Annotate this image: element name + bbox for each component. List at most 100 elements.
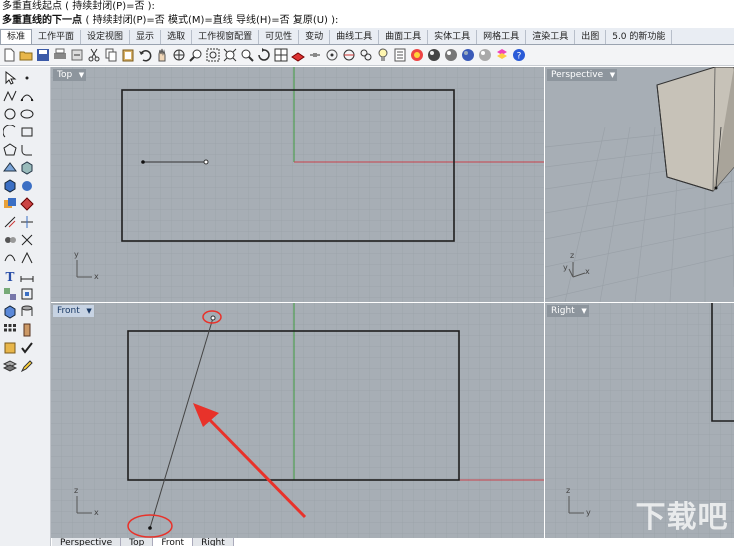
cut-icon[interactable] (87, 48, 101, 62)
tab-curve-tools[interactable]: 曲线工具 (330, 30, 380, 44)
chevron-down-icon[interactable]: ▼ (86, 305, 91, 317)
extrude-tool-icon[interactable] (20, 161, 34, 175)
circle-icon[interactable] (342, 48, 356, 62)
circle-tool-icon[interactable] (3, 107, 17, 121)
select-icon[interactable] (308, 48, 322, 62)
point-icon[interactable] (325, 48, 339, 62)
tab-cplanes[interactable]: 工作平面 (32, 30, 82, 44)
polyline-icon[interactable] (3, 89, 17, 103)
tab-select[interactable]: 选取 (161, 30, 193, 44)
viewport-tab-front[interactable]: Front (153, 538, 194, 546)
move-tool-icon[interactable] (3, 251, 17, 265)
zoom-window-icon[interactable] (206, 48, 220, 62)
polygon-tool-icon[interactable] (3, 143, 17, 157)
cplane-icon[interactable] (291, 48, 305, 62)
tab-surface-tools[interactable]: 曲面工具 (379, 30, 429, 44)
tab-mesh-tools[interactable]: 网格工具 (477, 30, 527, 44)
import-icon[interactable] (70, 48, 84, 62)
command-options-text[interactable]: ( 持续封闭(P)=否 模式(M)=直线 导线(H)=否 复原(U) ): (85, 15, 338, 26)
boolean-icon[interactable] (3, 197, 17, 211)
trim-tool-icon[interactable] (3, 215, 17, 229)
viewport-tab-perspective[interactable]: Perspective (52, 538, 122, 546)
join-tool-icon[interactable] (3, 233, 17, 247)
group-tool-icon[interactable] (3, 287, 17, 301)
viewport-top[interactable]: y x Top ▼ (51, 67, 544, 302)
viewport-front[interactable]: z x Front ▼ (51, 303, 544, 538)
properties-icon[interactable] (393, 48, 407, 62)
viewport-perspective[interactable]: z y x Perspective ▼ (545, 67, 734, 302)
new-icon[interactable] (2, 48, 16, 62)
viewport-title-front[interactable]: Front ▼ (53, 305, 94, 317)
save-icon[interactable] (36, 48, 50, 62)
sphere-tool-icon[interactable] (20, 179, 34, 193)
shaded-icon[interactable] (410, 48, 424, 62)
mesh-tool-icon[interactable] (20, 197, 34, 211)
tab-new-in-v5[interactable]: 5.0 的新功能 (606, 30, 673, 44)
copy-tool-icon[interactable] (20, 251, 34, 265)
viewport-tab-top[interactable]: Top (121, 538, 154, 546)
tab-render-tools[interactable]: 渲染工具 (526, 30, 576, 44)
tab-set-view[interactable]: 设定视图 (81, 30, 131, 44)
rectangle-tool-icon[interactable] (20, 125, 34, 139)
box-tool-icon[interactable] (3, 179, 17, 193)
help-icon[interactable]: ? (512, 48, 526, 62)
array-tool-icon[interactable] (3, 323, 17, 337)
block-tool-icon[interactable] (20, 287, 34, 301)
viewport-title-perspective[interactable]: Perspective ▼ (547, 69, 618, 81)
viewport-title-right[interactable]: Right ▼ (547, 305, 589, 317)
sphere-icon[interactable] (478, 48, 492, 62)
split-tool-icon[interactable] (20, 215, 34, 229)
edit-tool-icon[interactable] (20, 359, 34, 373)
undo-icon[interactable] (138, 48, 152, 62)
rotate-icon[interactable] (257, 48, 271, 62)
render-tool-icon[interactable] (3, 341, 17, 355)
viewport-tab-right[interactable]: Right (193, 538, 234, 546)
light-icon[interactable] (376, 48, 390, 62)
rotate-view-icon[interactable] (172, 48, 186, 62)
fillet-curve-icon[interactable] (20, 143, 34, 157)
tab-visibility[interactable]: 可见性 (259, 30, 300, 44)
tab-viewport-layout[interactable]: 工作视窗配置 (192, 30, 260, 44)
check-tool-icon[interactable] (20, 341, 34, 355)
solid-box-icon[interactable] (3, 305, 17, 319)
command-prompt-line[interactable]: 多重直线的下一点 ( 持续封闭(P)=否 模式(M)=直线 导线(H)=否 复原… (0, 14, 734, 28)
explode-tool-icon[interactable] (20, 233, 34, 247)
tab-display[interactable]: 显示 (130, 30, 162, 44)
surface-tool-icon[interactable] (3, 161, 17, 175)
chevron-down-icon[interactable]: ▼ (79, 69, 84, 81)
print-icon[interactable] (53, 48, 67, 62)
polyline-cursor-point (210, 315, 216, 321)
layer-icon[interactable] (495, 48, 509, 62)
layer-tool-icon[interactable] (2, 359, 18, 373)
tab-solid-tools[interactable]: 实体工具 (428, 30, 478, 44)
chevron-down-icon[interactable]: ▼ (581, 305, 586, 317)
viewport-title-top[interactable]: Top ▼ (53, 69, 87, 81)
tab-transform[interactable]: 变动 (299, 30, 331, 44)
copy-icon[interactable] (104, 48, 118, 62)
render-icon[interactable] (444, 48, 458, 62)
pan-icon[interactable] (155, 48, 169, 62)
open-icon[interactable] (19, 48, 33, 62)
viewport-title-text: Top (57, 70, 73, 80)
point-tool-icon[interactable] (20, 71, 34, 85)
ellipse-tool-icon[interactable] (20, 107, 34, 121)
analyze-icon[interactable] (359, 48, 373, 62)
zoom-extents-icon[interactable] (223, 48, 237, 62)
arc-tool-icon[interactable] (2, 124, 17, 139)
text-tool-icon[interactable]: T (3, 269, 17, 284)
tab-drafting[interactable]: 出图 (575, 30, 607, 44)
analyze-tool-icon[interactable] (20, 323, 34, 337)
zoom-selected-icon[interactable] (240, 48, 254, 62)
paste-icon[interactable] (121, 48, 135, 62)
rendered-icon[interactable] (427, 48, 441, 62)
four-viewports-icon[interactable] (274, 48, 288, 62)
select-arrow-icon[interactable] (3, 70, 17, 85)
chevron-down-icon[interactable]: ▼ (610, 69, 615, 81)
material-icon[interactable] (461, 48, 475, 62)
solid-cylinder-icon[interactable] (20, 305, 34, 319)
curve-control-points-icon[interactable] (20, 89, 34, 103)
viewport-right[interactable]: z y Right ▼ 下载吧 (545, 303, 734, 538)
dimension-tool-icon[interactable] (20, 269, 34, 283)
zoom-icon[interactable] (189, 48, 203, 62)
tab-standard[interactable]: 标准 (0, 29, 33, 44)
